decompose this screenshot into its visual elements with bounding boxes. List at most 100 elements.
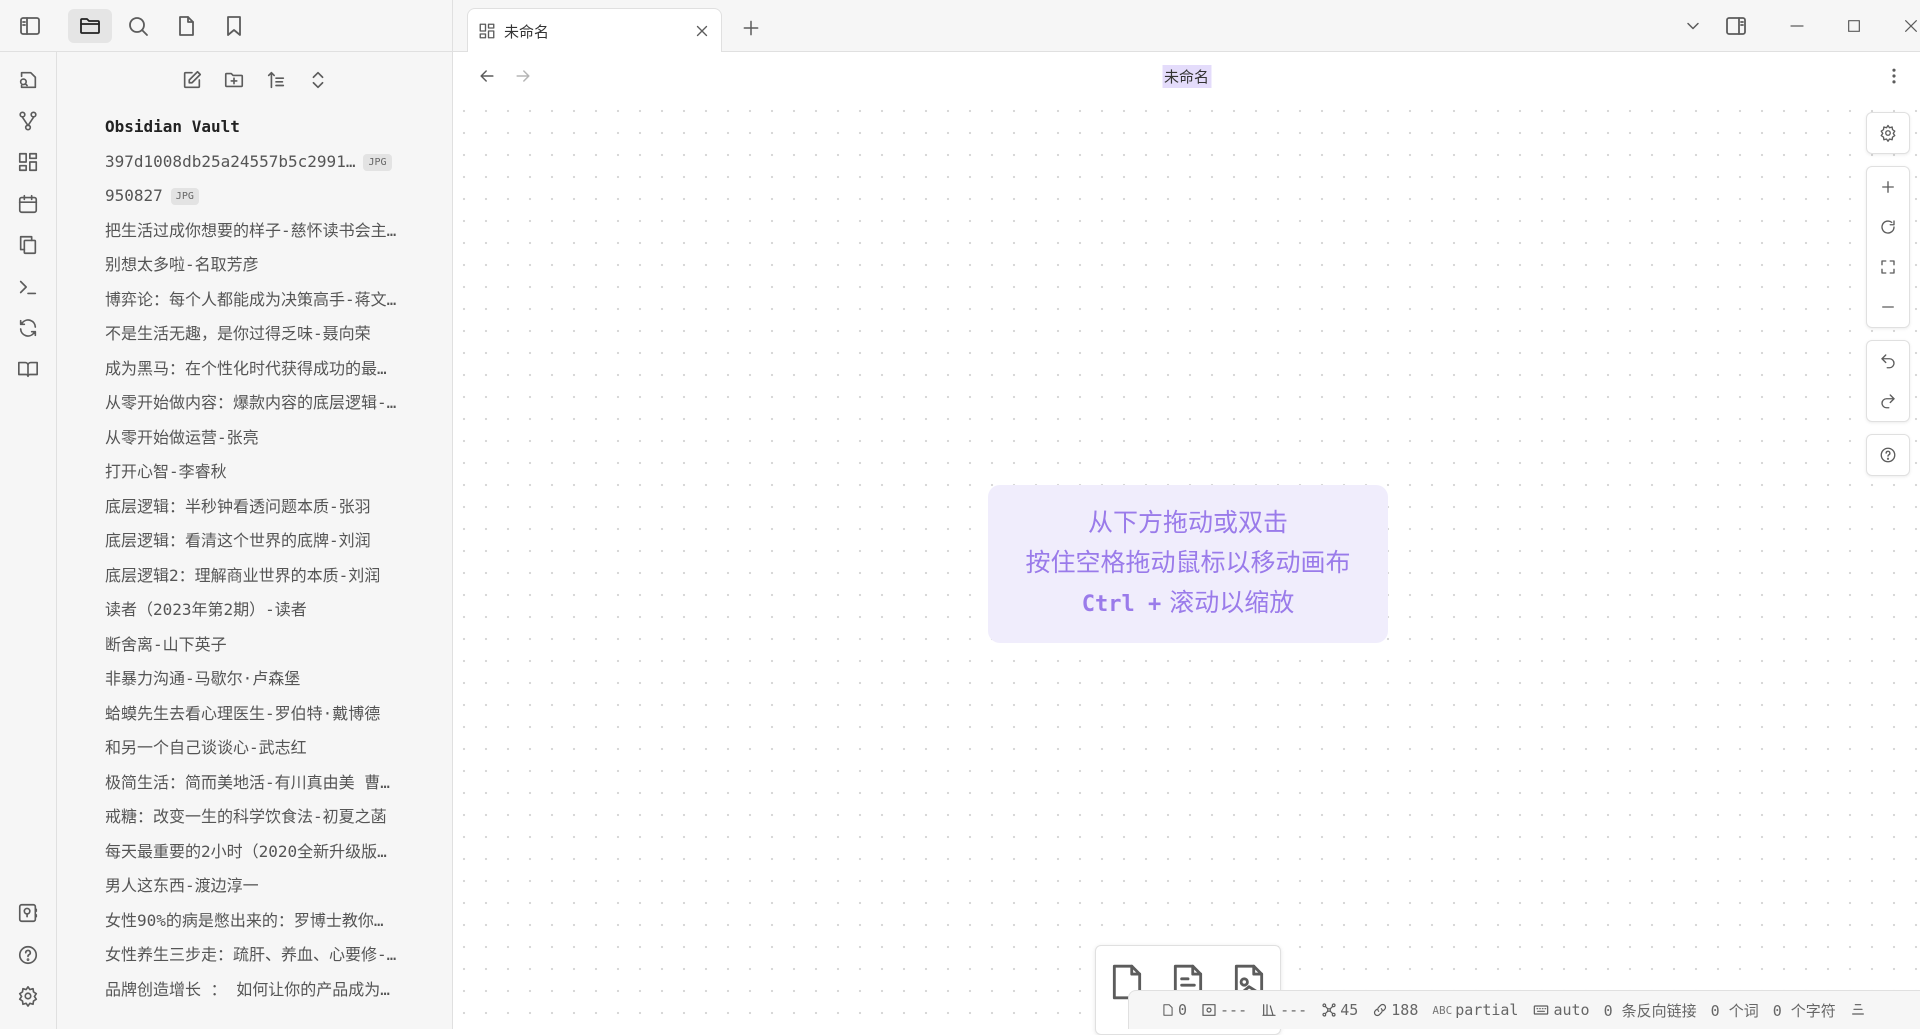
sync-icon[interactable] [12,312,44,344]
file-item[interactable]: 女性90%的病是憋出来的：罗博士教你… [105,904,425,939]
more-options-icon[interactable] [1878,60,1910,92]
file-item[interactable]: 底层逻辑：看清这个世界的底牌-刘润 [105,524,425,559]
new-tab-icon[interactable] [735,12,767,44]
file-item[interactable]: 女性养生三步走：疏肝、养血、心要修-… [105,938,425,973]
close-window-icon[interactable] [1895,10,1920,42]
canvas-help-icon[interactable] [1867,435,1909,475]
settings-icon[interactable] [12,980,44,1012]
new-note-icon[interactable] [176,64,208,96]
file-item[interactable]: 打开心智-李睿秋 [105,455,425,490]
toggle-right-sidebar-icon[interactable] [1720,10,1752,42]
backlinks-count[interactable]: 0 条反向链接 [1604,1000,1697,1021]
sort-icon[interactable] [260,64,292,96]
file-item[interactable]: 男人这东西-渡边淳一 [105,869,425,904]
files-tab-folder-icon[interactable] [68,9,112,43]
reset-zoom-icon[interactable] [1867,207,1909,247]
collapse-all-icon[interactable] [302,64,334,96]
library-icon [1261,1002,1277,1018]
search-icon[interactable] [116,9,160,43]
status-links[interactable]: 188 [1372,1001,1418,1019]
tab-untitled[interactable]: 未命名 [467,8,722,53]
tab-bar: 未命名 [453,0,1920,53]
file-item[interactable]: 397d1008db25a24557b5c2991… JPG [105,145,425,180]
view-header: 未命名 [453,52,1920,100]
canvas-settings-icon[interactable] [1867,113,1909,153]
redo-icon[interactable] [1867,381,1909,421]
bookmark-icon[interactable] [212,9,256,43]
file-item[interactable]: 从零开始做运营-张亮 [105,421,425,456]
file-item[interactable]: 成为黑马：在个性化时代获得成功的最… [105,352,425,387]
canvas-area[interactable]: 从下方拖动或双击 按住空格拖动鼠标以移动画布 Ctrl + 滚动以缩放 [453,100,1920,1035]
file-item[interactable]: 每天最重要的2小时（2020全新升级版… [105,835,425,870]
file-item[interactable]: 底层逻辑：半秒钟看透问题本质-张羽 [105,490,425,525]
file-item[interactable]: 不是生活无趣，是你过得乏味-聂向荣 [105,317,425,352]
file-name: 底层逻辑：半秒钟看透问题本质-张羽 [105,496,371,516]
back-arrow-icon[interactable] [471,60,503,92]
file-type-badge: JPG [170,188,199,205]
file-name: 397d1008db25a24557b5c2991… [105,151,356,171]
book-icon[interactable] [12,353,44,385]
file-icon[interactable] [164,9,208,43]
file-name: 成为黑马：在个性化时代获得成功的最… [105,358,387,378]
zoom-out-icon[interactable] [1867,287,1909,327]
toggle-sidebar-icon[interactable] [8,9,52,43]
file-name: 每天最重要的2小时（2020全新升级版… [105,841,387,861]
hint-key: Ctrl + [1081,592,1162,617]
file-item[interactable]: 950827 JPG [105,179,425,214]
new-folder-icon[interactable] [218,64,250,96]
status-stat3[interactable]: --- [1261,1001,1307,1019]
canvas-icon[interactable] [12,146,44,178]
canvas-empty-hint: 从下方拖动或双击 按住空格拖动鼠标以移动画布 Ctrl + 滚动以缩放 [988,485,1388,643]
edit-file-icon [1161,1002,1175,1018]
canvas-controls [1866,112,1910,488]
vault-root[interactable]: Obsidian Vault [105,110,425,145]
file-item[interactable]: 别想太多啦-名取芳彦 [105,248,425,283]
file-name: 断舍离-山下英子 [105,634,227,654]
file-explorer: Obsidian Vault 397d1008db25a24557b5c2991…… [57,52,453,1029]
close-tab-icon[interactable] [693,22,711,40]
minimize-icon[interactable] [1781,10,1813,42]
status-input-mode[interactable]: auto [1532,1001,1590,1019]
file-name: 别想太多啦-名取芳彦 [105,255,259,274]
file-item[interactable]: 博弈论：每个人都能成为决策高手-蒋文… [105,283,425,318]
ribbon [0,52,57,1029]
quick-switcher-icon[interactable] [12,64,44,96]
file-name: 从零开始做运营-张亮 [105,427,259,447]
maximize-icon[interactable] [1838,10,1870,42]
file-item[interactable]: 极简生活：简而美地活-有川真由美 曹… [105,766,425,801]
calendar-icon[interactable] [12,188,44,220]
vault-switch-icon[interactable] [12,897,44,929]
status-edits[interactable]: 0 [1161,1001,1187,1019]
status-nodes[interactable]: 45 [1321,1001,1358,1019]
status-spellcheck[interactable]: ABC partial [1432,1001,1518,1019]
file-item[interactable]: 非暴力沟通-马歇尔·卢森堡 [105,662,425,697]
links-count: 188 [1391,1001,1419,1019]
tab-list-chevron-down-icon[interactable] [1677,10,1709,42]
file-item[interactable]: 把生活过成你想要的样子-慈怀读书会主… [105,214,425,249]
file-name: 戒糖：改变一生的科学饮食法-初夏之菡 [105,807,387,826]
file-item[interactable]: 从零开始做内容：爆款内容的底层逻辑-… [105,386,425,421]
stat2-value: --- [1220,1001,1248,1019]
help-icon[interactable] [12,939,44,971]
document-title[interactable]: 未命名 [1161,65,1212,88]
file-item[interactable]: 断舍离-山下英子 [105,628,425,663]
file-name: 女性90%的病是憋出来的：罗博士教你… [105,910,384,930]
command-palette-icon[interactable] [12,271,44,303]
file-name: 女性养生三步走：疏肝、养血、心要修-… [105,945,397,964]
keyboard-icon [1532,1002,1550,1018]
graph-view-icon[interactable] [12,105,44,137]
zoom-to-fit-icon[interactable] [1867,247,1909,287]
file-item[interactable]: 品牌创造增长 ： 如何让你的产品成为… [105,973,425,1008]
status-menu-icon[interactable] [1850,1001,1866,1019]
file-item[interactable]: 和另一个自己谈谈心-武志红 [105,731,425,766]
file-item[interactable]: 读者（2023年第2期）-读者 [105,593,425,628]
templates-icon[interactable] [12,229,44,261]
file-item[interactable]: 戒糖：改变一生的科学饮食法-初夏之菡 [105,800,425,835]
undo-icon[interactable] [1867,341,1909,381]
file-item[interactable]: 底层逻辑2：理解商业世界的本质-刘润 [105,559,425,594]
zoom-in-icon[interactable] [1867,167,1909,207]
file-item[interactable]: 蛤蟆先生去看心理医生-罗伯特·戴博德 [105,697,425,732]
hint-line-pan: 按住空格拖动鼠标以移动画布 [1025,548,1351,577]
status-stat2[interactable]: --- [1201,1001,1247,1019]
forward-arrow-icon[interactable] [507,60,539,92]
